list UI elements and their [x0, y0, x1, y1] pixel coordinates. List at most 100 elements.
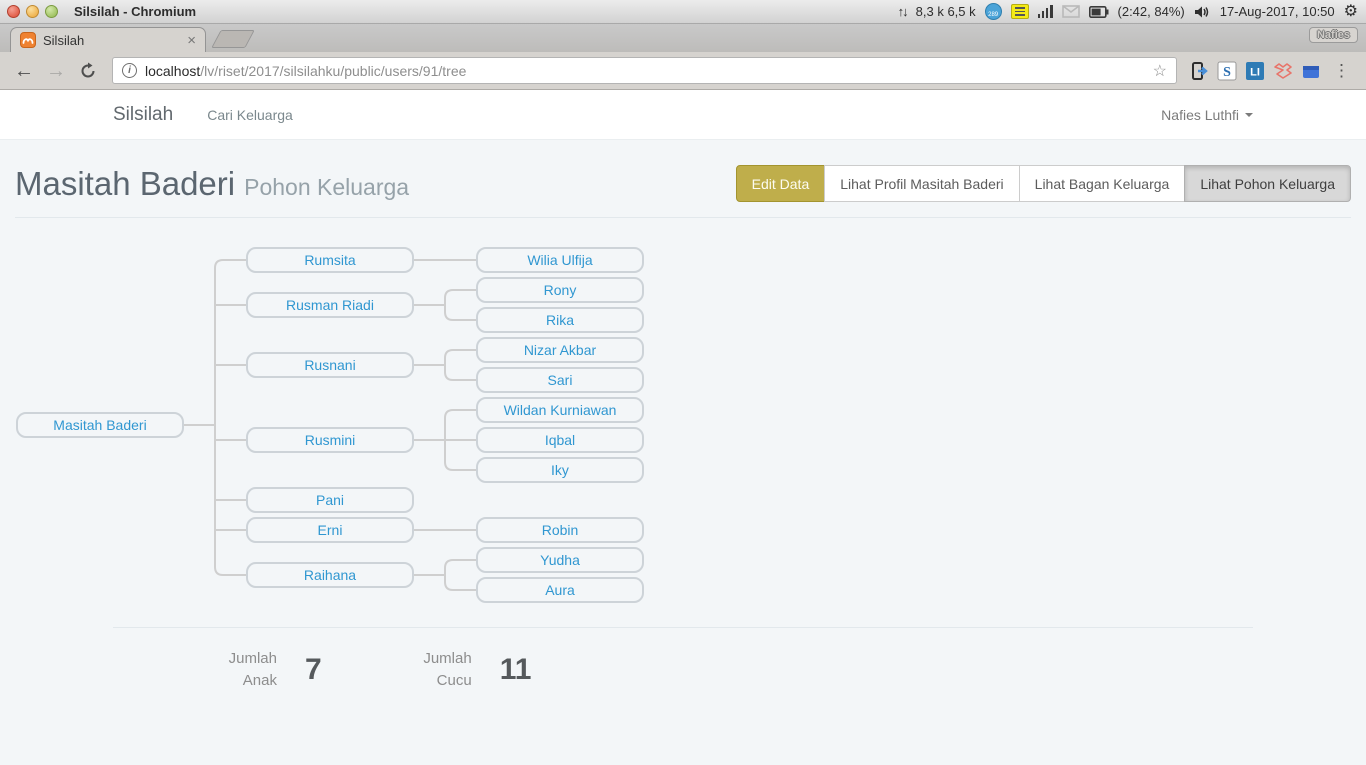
browser-toolbar: ← → i localhost/lv/riset/2017/silsilahku… — [0, 52, 1366, 90]
gear-icon[interactable]: ⚙ — [1344, 4, 1358, 20]
system-top-panel: Silsilah - Chromium ↑↓ 8,3 k 6,5 k 289 (… — [0, 0, 1366, 24]
tree-node[interactable]: Rika — [476, 307, 644, 333]
browser-tab-strip: Silsilah × — [0, 24, 1366, 52]
desktop-screen: Silsilah - Chromium ↑↓ 8,3 k 6,5 k 289 (… — [0, 0, 1366, 765]
tree-connectors — [0, 243, 1366, 615]
page-info-icon[interactable]: i — [122, 63, 137, 78]
person-name: Yudha — [540, 552, 580, 568]
person-name: Nizar Akbar — [524, 342, 596, 358]
tree-node[interactable]: Rusman Riadi — [246, 292, 414, 318]
person-name: Rusnani — [304, 357, 355, 373]
new-tab-button[interactable] — [211, 30, 255, 48]
s-extension-icon[interactable]: S — [1215, 59, 1239, 83]
jumlah-anak-value: 7 — [305, 653, 322, 687]
page-viewport: Silsilah Cari Keluarga Nafies Luthfi Mas… — [0, 90, 1366, 765]
notes-indicator-icon[interactable] — [1011, 4, 1029, 19]
address-bar[interactable]: i localhost/lv/riset/2017/silsilahku/pub… — [112, 57, 1177, 84]
tree-node[interactable]: Aura — [476, 577, 644, 603]
person-name: Sari — [548, 372, 573, 388]
laravel-extension-icon[interactable] — [1271, 59, 1295, 83]
tree-node[interactable]: Wildan Kurniawan — [476, 397, 644, 423]
mail-icon[interactable] — [1062, 5, 1080, 18]
action-button-group: Edit Data Lihat Profil Masitah Baderi Li… — [736, 165, 1351, 202]
stats-divider — [113, 627, 1253, 628]
tab-close-icon[interactable]: × — [187, 33, 196, 48]
tree-node[interactable]: Robin — [476, 517, 644, 543]
network-arrows-icon: ↑↓ — [898, 4, 907, 19]
battery-status-label[interactable]: (2:42, 84%) — [1118, 4, 1185, 19]
clock-label[interactable]: 17-Aug-2017, 10:50 — [1220, 4, 1335, 19]
person-name: Masitah Baderi — [53, 417, 146, 433]
lihat-profil-button[interactable]: Lihat Profil Masitah Baderi — [824, 165, 1019, 202]
svg-text:S: S — [1223, 65, 1231, 80]
tree-node[interactable]: Raihana — [246, 562, 414, 588]
header-divider — [15, 217, 1351, 218]
page-header: Masitah Baderi Pohon Keluarga Edit Data L… — [0, 140, 1366, 203]
person-name: Wilia Ulfija — [527, 252, 592, 268]
signal-strength-icon[interactable] — [1038, 5, 1053, 18]
network-monitor-icon[interactable]: 289 — [985, 3, 1002, 20]
person-name: Erni — [318, 522, 343, 538]
phone-share-extension-icon[interactable] — [1187, 59, 1211, 83]
stats-section: JumlahAnak 7 JumlahCucu 11 — [98, 627, 1268, 693]
user-dropdown[interactable]: Nafies Luthfi — [1161, 107, 1253, 123]
volume-icon[interactable] — [1194, 5, 1211, 19]
tree-node[interactable]: Yudha — [476, 547, 644, 573]
li-extension-icon[interactable]: LI — [1243, 59, 1267, 83]
person-name: Aura — [545, 582, 575, 598]
tree-node[interactable]: Sari — [476, 367, 644, 393]
tree-node[interactable]: Pani — [246, 487, 414, 513]
family-tree: Masitah Baderi Rumsita Wilia Ulfija Rusman … — [0, 243, 1366, 615]
url-path: /lv/riset/2017/silsilahku/public/users/9… — [200, 63, 466, 79]
tree-node[interactable]: Masitah Baderi — [16, 412, 184, 438]
person-name: Iqbal — [545, 432, 575, 448]
person-name: Pani — [316, 492, 344, 508]
tree-node[interactable]: Rumsita — [246, 247, 414, 273]
app-navbar: Silsilah Cari Keluarga Nafies Luthfi — [0, 90, 1366, 140]
person-name: Rusmini — [305, 432, 356, 448]
window-maximize-button[interactable] — [45, 5, 58, 18]
tree-node[interactable]: Wilia Ulfija — [476, 247, 644, 273]
tree-node[interactable]: Iqbal — [476, 427, 644, 453]
person-name: Rusman Riadi — [286, 297, 374, 313]
browser-menu-icon[interactable]: ⋮ — [1327, 61, 1356, 81]
person-name: Rika — [546, 312, 574, 328]
person-name: Iky — [551, 462, 569, 478]
page-subtitle: Pohon Keluarga — [244, 174, 409, 200]
window-minimize-button[interactable] — [26, 5, 39, 18]
battery-icon[interactable] — [1089, 6, 1109, 18]
window-controls — [7, 5, 58, 18]
tree-node[interactable]: Iky — [476, 457, 644, 483]
tree-node[interactable]: Rony — [476, 277, 644, 303]
svg-text:LI: LI — [1250, 66, 1260, 78]
xampp-favicon-icon — [20, 32, 36, 48]
person-name: Rony — [544, 282, 577, 298]
person-name: Wildan Kurniawan — [504, 402, 617, 418]
forward-icon[interactable]: → — [42, 61, 70, 81]
window-title: Silsilah - Chromium — [74, 4, 196, 19]
tree-node[interactable]: Rusnani — [246, 352, 414, 378]
bookmark-star-icon[interactable]: ☆ — [1153, 61, 1167, 81]
tab-title: Silsilah — [43, 33, 180, 48]
user-dropdown-label: Nafies Luthfi — [1161, 107, 1239, 123]
lihat-bagan-button[interactable]: Lihat Bagan Keluarga — [1019, 165, 1186, 202]
lihat-pohon-button[interactable]: Lihat Pohon Keluarga — [1184, 165, 1351, 202]
person-name: Raihana — [304, 567, 356, 583]
caret-down-icon — [1245, 113, 1253, 117]
edit-data-button[interactable]: Edit Data — [736, 165, 826, 202]
person-name: Rumsita — [304, 252, 355, 268]
reload-icon[interactable] — [74, 62, 102, 80]
app-brand[interactable]: Silsilah — [113, 104, 173, 126]
back-icon[interactable]: ← — [10, 61, 38, 81]
person-name: Robin — [542, 522, 579, 538]
tree-node[interactable]: Rusmini — [246, 427, 414, 453]
tree-node[interactable]: Erni — [246, 517, 414, 543]
keyboard-layout-widget[interactable]: Nafies — [1309, 27, 1358, 43]
tree-node[interactable]: Nizar Akbar — [476, 337, 644, 363]
window-close-button[interactable] — [7, 5, 20, 18]
person-title: Masitah Baderi — [15, 165, 235, 202]
url-text: localhost/lv/riset/2017/silsilahku/publi… — [145, 63, 1145, 79]
box-extension-icon[interactable] — [1299, 59, 1323, 83]
browser-tab[interactable]: Silsilah × — [10, 27, 206, 52]
nav-link-cari-keluarga[interactable]: Cari Keluarga — [207, 107, 293, 123]
